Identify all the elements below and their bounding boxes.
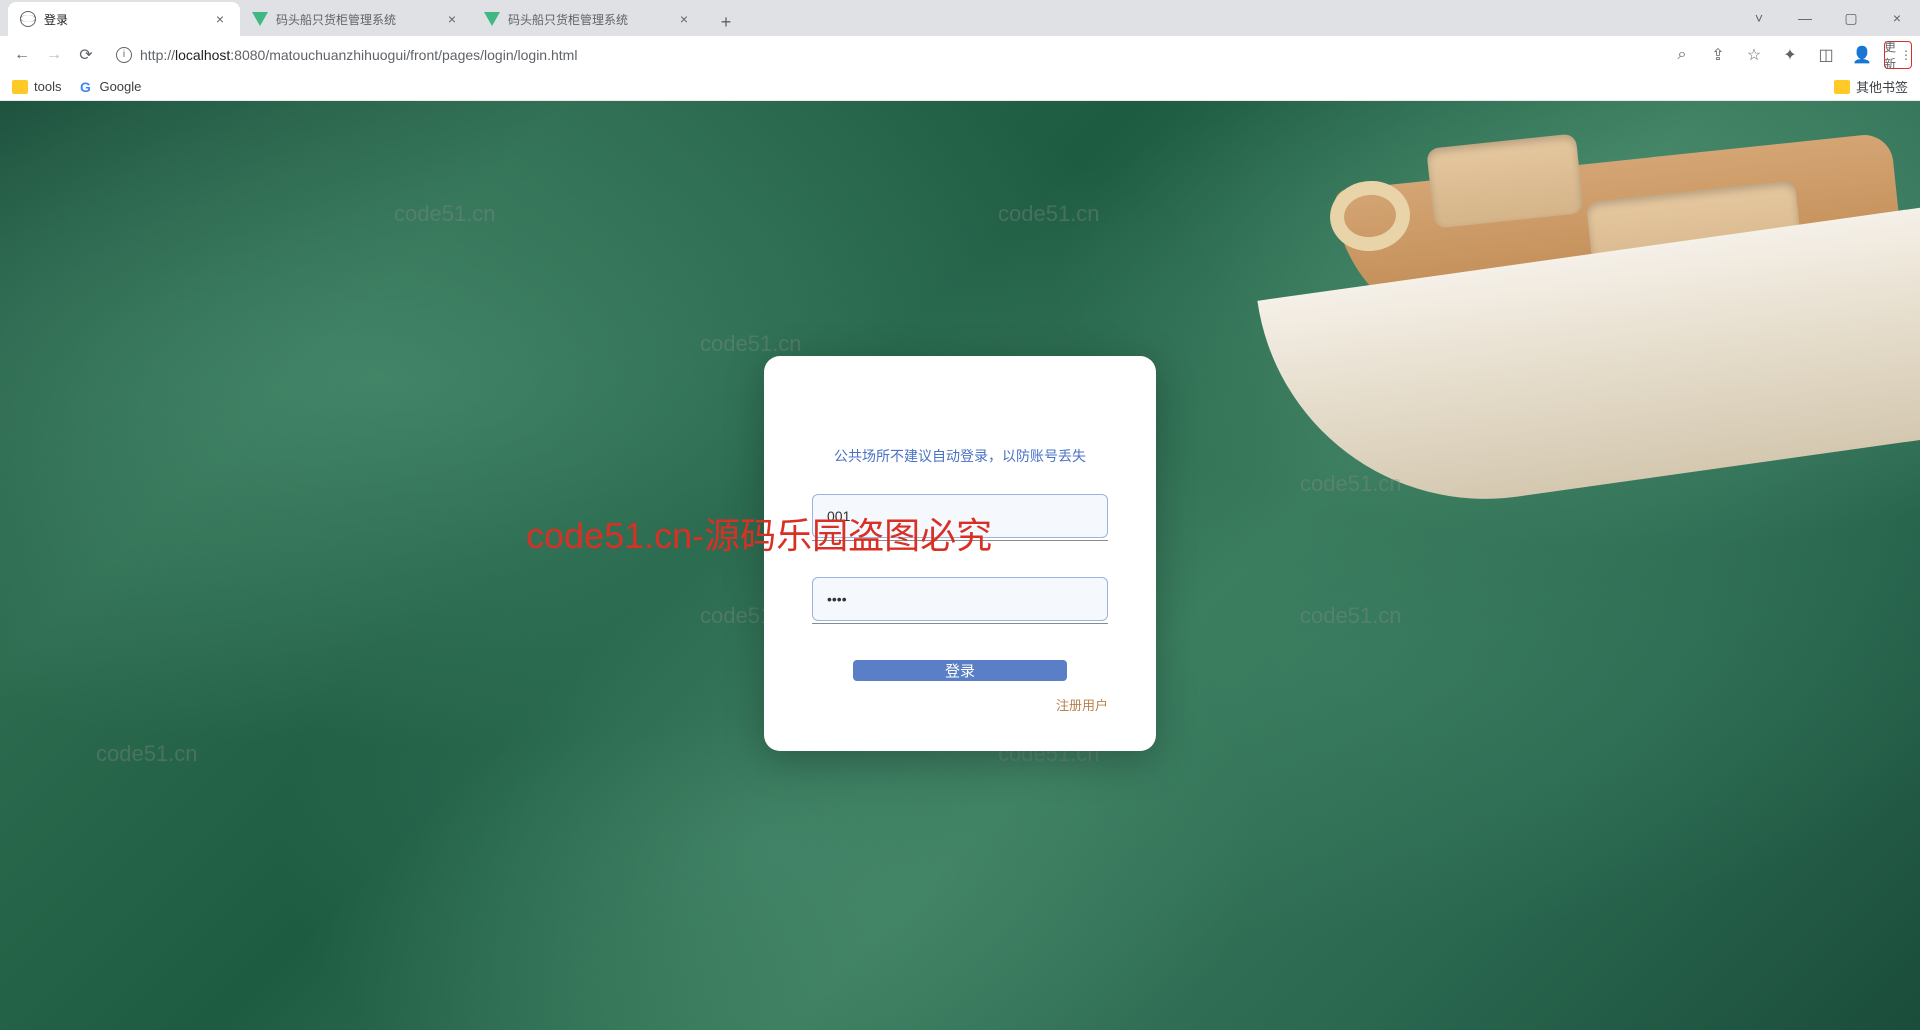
bookmark-label: Google	[99, 79, 141, 94]
close-icon[interactable]: ×	[212, 11, 228, 27]
login-card: 公共场所不建议自动登录，以防账号丢失 登录 注册用户	[764, 356, 1156, 751]
other-bookmarks[interactable]: 其他书签	[1834, 77, 1908, 96]
extensions-icon[interactable]: ✦	[1776, 41, 1804, 69]
toolbar-icons: ⌕ ⇪ ☆ ✦ ◫ 👤 更新⋮	[1668, 41, 1912, 69]
login-tip: 公共场所不建议自动登录，以防账号丢失	[812, 446, 1108, 466]
maximize-button[interactable]: ▢	[1828, 0, 1874, 36]
page-content: code51.cn code51.cn code51.cn code51.cn …	[0, 101, 1920, 1030]
close-window-button[interactable]: ×	[1874, 0, 1920, 36]
reload-button[interactable]: ⟳	[72, 41, 100, 69]
forward-button[interactable]: →	[40, 41, 68, 69]
update-button[interactable]: 更新⋮	[1884, 41, 1912, 69]
google-icon: G	[77, 79, 93, 95]
star-icon[interactable]: ☆	[1740, 41, 1768, 69]
browser-chrome: 登录 × 码头船只货柜管理系统 × 码头船只货柜管理系统 × + ˅ — ▢ ×…	[0, 0, 1920, 101]
address-bar: ← → ⟳ i http://localhost:8080/matouchuan…	[0, 36, 1920, 73]
url-input[interactable]: i http://localhost:8080/matouchuanzhihuo…	[104, 41, 1664, 69]
close-icon[interactable]: ×	[444, 11, 460, 27]
window-controls: ˅ — ▢ ×	[1736, 0, 1920, 36]
username-field-wrap	[812, 494, 1108, 541]
bookmarks-bar: tools G Google 其他书签	[0, 73, 1920, 101]
boat-image	[1240, 101, 1920, 481]
folder-icon	[12, 80, 28, 94]
tab-title: 码头船只货柜管理系统	[508, 11, 668, 28]
tab-inactive[interactable]: 码头船只货柜管理系统 ×	[240, 2, 472, 36]
chevron-down-icon[interactable]: ˅	[1736, 0, 1782, 36]
password-input[interactable]	[812, 577, 1108, 621]
bookmark-label: tools	[34, 79, 61, 94]
bookmark-tools[interactable]: tools	[12, 79, 61, 94]
share-icon[interactable]: ⇪	[1704, 41, 1732, 69]
tab-inactive[interactable]: 码头船只货柜管理系统 ×	[472, 2, 704, 36]
register-link[interactable]: 注册用户	[1056, 695, 1108, 714]
new-tab-button[interactable]: +	[712, 8, 740, 36]
vue-icon	[484, 12, 500, 26]
url-text: http://localhost:8080/matouchuanzhihuogu…	[140, 47, 577, 63]
tab-active[interactable]: 登录 ×	[8, 2, 240, 36]
login-button[interactable]: 登录	[853, 660, 1067, 681]
tab-title: 码头船只货柜管理系统	[276, 11, 436, 28]
info-icon[interactable]: i	[116, 47, 132, 63]
key-icon[interactable]: ⌕	[1668, 41, 1696, 69]
tab-title: 登录	[44, 11, 204, 28]
back-button[interactable]: ←	[8, 41, 36, 69]
vue-icon	[252, 12, 268, 26]
bookmark-label: 其他书签	[1856, 77, 1908, 96]
profile-icon[interactable]: 👤	[1848, 41, 1876, 69]
password-field-wrap	[812, 577, 1108, 624]
username-input[interactable]	[812, 494, 1108, 538]
bookmark-google[interactable]: G Google	[77, 79, 141, 95]
close-icon[interactable]: ×	[676, 11, 692, 27]
globe-icon	[20, 11, 36, 27]
side-panel-icon[interactable]: ◫	[1812, 41, 1840, 69]
tab-bar: 登录 × 码头船只货柜管理系统 × 码头船只货柜管理系统 × + ˅ — ▢ ×	[0, 0, 1920, 36]
folder-icon	[1834, 80, 1850, 94]
minimize-button[interactable]: —	[1782, 0, 1828, 36]
